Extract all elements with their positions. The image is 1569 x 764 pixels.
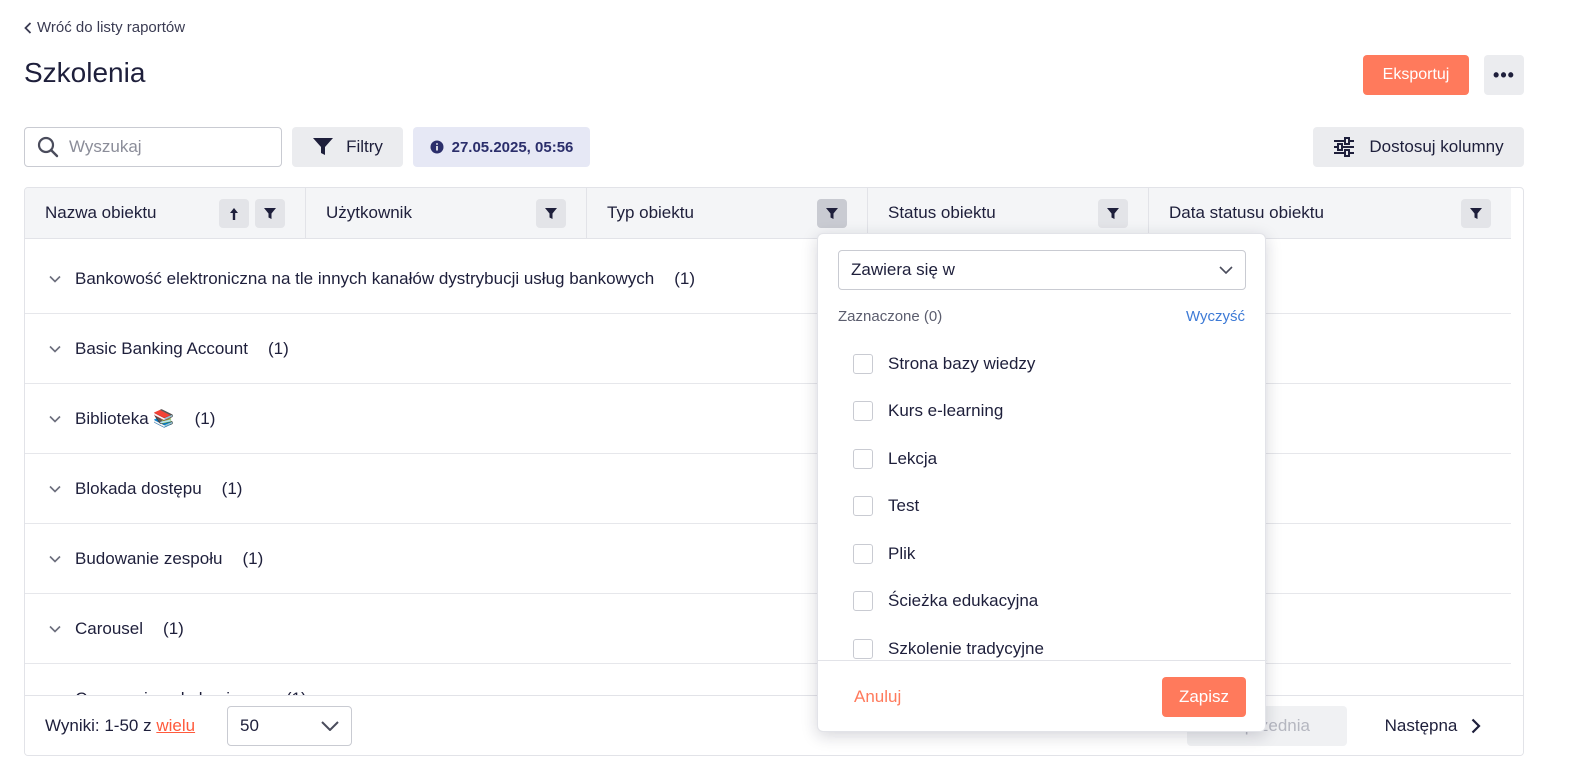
filter-icon xyxy=(826,207,838,219)
report-table: Nazwa obiektu Użytkownik Typ obiektu Sta… xyxy=(24,187,1524,756)
chevron-down-icon[interactable] xyxy=(49,345,61,353)
chevron-left-icon xyxy=(24,21,32,34)
search-box[interactable] xyxy=(24,127,282,167)
chevron-down-icon[interactable] xyxy=(49,275,61,283)
table-row[interactable]: Biblioteka 📚 (1) xyxy=(25,384,1511,454)
save-button[interactable]: Zapisz xyxy=(1162,677,1246,717)
filter-operator-select[interactable]: Zawiera się w xyxy=(838,250,1246,290)
selected-count: Zaznaczone (0) xyxy=(838,308,943,325)
filter-option[interactable]: Szkolenie tradycyjne xyxy=(818,625,1267,660)
filter-option[interactable]: Plik xyxy=(818,530,1267,578)
page-title: Szkolenia xyxy=(24,57,146,88)
filter-option[interactable]: Ścieżka edukacyjna xyxy=(818,578,1267,626)
table-row[interactable]: Bankowość elektroniczna na tle innych ka… xyxy=(25,244,1511,314)
chevron-right-icon xyxy=(1472,718,1481,734)
type-filter-dropdown: Zawiera się w Zaznaczone (0) Wyczyść Str… xyxy=(817,233,1267,732)
checkbox[interactable] xyxy=(853,638,873,659)
more-options-button[interactable]: ••• xyxy=(1484,55,1524,95)
search-icon xyxy=(37,136,59,158)
chevron-down-icon[interactable] xyxy=(49,485,61,493)
checkbox[interactable] xyxy=(853,496,873,517)
filter-option[interactable]: Strona bazy wiedzy xyxy=(818,340,1267,388)
column-header-type: Typ obiektu xyxy=(587,188,868,238)
filter-option[interactable]: Kurs e-learning xyxy=(818,388,1267,436)
search-input[interactable] xyxy=(69,137,259,157)
filter-icon xyxy=(1470,207,1482,219)
filter-column-type-button[interactable] xyxy=(817,199,847,228)
chevron-down-icon xyxy=(321,721,339,731)
export-button[interactable]: Eksportuj xyxy=(1363,55,1469,95)
filters-label: Filtry xyxy=(346,137,383,156)
checkbox[interactable] xyxy=(853,543,873,564)
per-page-select[interactable]: 50 xyxy=(227,706,352,746)
customize-columns-button[interactable]: Dostosuj kolumny xyxy=(1313,127,1524,167)
info-icon xyxy=(430,140,444,154)
table-row[interactable]: Blokada dostępu (1) xyxy=(25,454,1511,524)
table-body: Bankowość elektroniczna na tle innych ka… xyxy=(25,244,1511,734)
filter-column-name-button[interactable] xyxy=(255,199,285,228)
back-link[interactable]: Wróć do listy raportów xyxy=(24,19,185,36)
table-row[interactable]: Budowanie zespołu (1) xyxy=(25,524,1511,594)
column-header-status-date: Data statusu obiektu xyxy=(1149,188,1511,238)
results-summary: Wyniki: 1-50 z wielu xyxy=(45,716,196,735)
column-header-status: Status obiektu xyxy=(868,188,1149,238)
clear-selection-link[interactable]: Wyczyść xyxy=(1186,308,1245,325)
checkbox[interactable] xyxy=(853,591,873,612)
filters-button[interactable]: Filtry xyxy=(292,127,403,167)
table-row[interactable]: Basic Banking Account (1) xyxy=(25,314,1511,384)
sliders-icon xyxy=(1334,137,1355,157)
next-page-button[interactable]: Następna xyxy=(1363,706,1503,746)
sort-asc-button[interactable] xyxy=(219,199,249,228)
table-footer: Wyniki: 1-50 z wielu 50 Poprzednia Nastę… xyxy=(25,695,1523,755)
filter-option[interactable]: Test xyxy=(818,483,1267,531)
arrow-up-icon xyxy=(230,207,238,220)
report-date-badge: 27.05.2025, 05:56 xyxy=(413,127,590,167)
filter-icon xyxy=(264,207,276,219)
table-header: Nazwa obiektu Użytkownik Typ obiektu Sta… xyxy=(25,188,1511,239)
filter-options-list[interactable]: Strona bazy wiedzy Kurs e-learning Lekcj… xyxy=(818,340,1267,661)
chevron-down-icon[interactable] xyxy=(49,625,61,633)
back-link-label: Wróć do listy raportów xyxy=(37,19,186,36)
filter-icon xyxy=(313,138,334,155)
results-total-link[interactable]: wielu xyxy=(156,716,195,735)
table-row[interactable]: Carousel (1) xyxy=(25,594,1511,664)
checkbox[interactable] xyxy=(853,448,873,469)
customize-columns-label: Dostosuj kolumny xyxy=(1369,137,1504,156)
chevron-down-icon[interactable] xyxy=(49,555,61,563)
filter-icon xyxy=(545,207,557,219)
filter-icon xyxy=(1107,207,1119,219)
report-date: 27.05.2025, 05:56 xyxy=(451,138,574,156)
filter-column-status-button[interactable] xyxy=(1098,199,1128,228)
filter-column-user-button[interactable] xyxy=(536,199,566,228)
column-header-name: Nazwa obiektu xyxy=(25,188,306,238)
checkbox[interactable] xyxy=(853,401,873,422)
checkbox[interactable] xyxy=(853,353,873,374)
chevron-down-icon[interactable] xyxy=(49,415,61,423)
filter-column-status-date-button[interactable] xyxy=(1461,199,1491,228)
column-header-user: Użytkownik xyxy=(306,188,587,238)
chevron-down-icon xyxy=(1219,266,1233,274)
cancel-button[interactable]: Anuluj xyxy=(854,687,901,707)
filter-option[interactable]: Lekcja xyxy=(818,435,1267,483)
